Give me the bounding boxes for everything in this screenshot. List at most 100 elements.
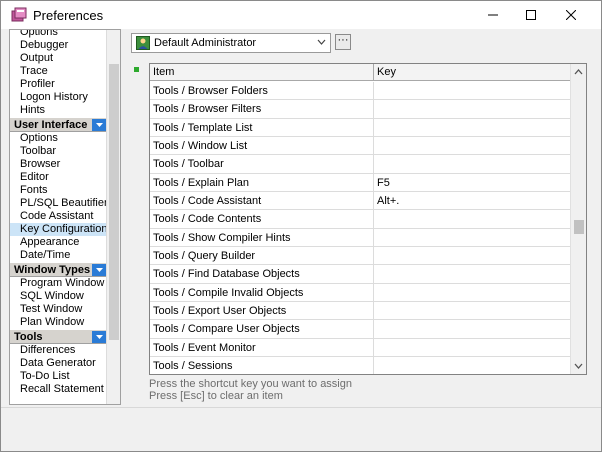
sidebar-item-ui-options[interactable]: Options — [10, 132, 107, 145]
item-cell: Tools / Event Monitor — [150, 338, 374, 357]
sidebar-item-trace[interactable]: Trace — [10, 65, 107, 78]
user-icon — [136, 36, 150, 50]
title-bar[interactable]: Preferences — [1, 1, 601, 29]
key-cell[interactable]: F5 — [374, 174, 572, 192]
table-row[interactable]: Tools / Query Builder — [150, 247, 572, 266]
key-cell[interactable] — [374, 119, 572, 137]
minimize-button[interactable] — [475, 1, 511, 29]
preferences-sidebar: Options Debugger Output Trace Profiler L… — [9, 29, 121, 405]
key-cell[interactable] — [374, 137, 572, 155]
sidebar-item-profiler[interactable]: Profiler — [10, 78, 107, 91]
collapse-user-interface-button[interactable] — [92, 119, 106, 131]
item-cell: Tools / Code Assistant — [150, 192, 374, 211]
table-row[interactable]: Tools / Sessions — [150, 357, 572, 374]
group-header-tools[interactable]: Tools — [10, 329, 107, 344]
column-header-key[interactable]: Key — [374, 64, 572, 81]
grid-scrollbar[interactable] — [570, 64, 586, 374]
table-row[interactable]: Tools / Find Database Objects — [150, 265, 572, 284]
sidebar-item-data-generator[interactable]: Data Generator — [10, 357, 107, 370]
item-cell: Tools / Show Compiler Hints — [150, 228, 374, 247]
sidebar-item-hints[interactable]: Hints — [10, 104, 107, 117]
sidebar-item-options[interactable]: Options — [10, 30, 107, 39]
scroll-up-button[interactable] — [571, 64, 586, 80]
table-row[interactable]: Tools / Compare User Objects — [150, 320, 572, 339]
sidebar-item-todo-list[interactable]: To-Do List — [10, 370, 107, 383]
table-row[interactable]: Tools / Code Contents — [150, 210, 572, 229]
key-cell[interactable] — [374, 155, 572, 173]
footer-divider — [1, 407, 601, 408]
sidebar-item-debugger[interactable]: Debugger — [10, 39, 107, 52]
sidebar-item-toolbar[interactable]: Toolbar — [10, 145, 107, 158]
key-cell[interactable] — [374, 100, 572, 118]
item-cell: Tools / Compile Invalid Objects — [150, 283, 374, 302]
key-configuration-grid: Item Key Tools / Browser Folders Tools /… — [149, 63, 587, 375]
sidebar-item-output[interactable]: Output — [10, 52, 107, 65]
table-row[interactable]: Tools / Show Compiler Hints — [150, 228, 572, 248]
key-cell[interactable]: Alt+. — [374, 192, 572, 210]
key-cell[interactable] — [374, 320, 572, 338]
sidebar-item-sql-window[interactable]: SQL Window — [10, 290, 107, 303]
group-header-user-interface[interactable]: User Interface — [10, 117, 107, 132]
key-cell[interactable] — [374, 210, 572, 228]
hint-clear-key: Press [Esc] to clear an item — [149, 390, 283, 402]
chevron-down-icon — [574, 363, 583, 369]
sidebar-scrollbar[interactable] — [106, 30, 120, 404]
more-options-button[interactable]: ··· — [335, 34, 351, 50]
item-cell: Tools / Browser Folders — [150, 82, 374, 100]
sidebar-item-appearance[interactable]: Appearance — [10, 236, 107, 249]
column-header-item[interactable]: Item — [150, 64, 374, 81]
item-cell: Tools / Browser Filters — [150, 100, 374, 119]
close-button[interactable] — [553, 1, 589, 29]
key-cell[interactable] — [374, 247, 572, 265]
collapse-window-types-button[interactable] — [92, 264, 106, 276]
collapse-tools-button[interactable] — [92, 331, 106, 343]
table-row[interactable]: Tools / Export User Objects — [150, 302, 572, 321]
sidebar-item-recall-statement[interactable]: Recall Statement — [10, 383, 107, 396]
sidebar-item-differences[interactable]: Differences — [10, 344, 107, 357]
table-row[interactable]: Tools / Code Assistant Alt+. — [150, 192, 572, 211]
sidebar-list: Options Debugger Output Trace Profiler L… — [10, 30, 108, 396]
key-cell[interactable] — [374, 82, 572, 100]
key-cell[interactable] — [374, 284, 572, 302]
table-row[interactable]: Tools / Explain Plan F5 — [150, 173, 572, 193]
sidebar-item-test-window[interactable]: Test Window — [10, 303, 107, 316]
table-row[interactable]: Tools / Compile Invalid Objects — [150, 283, 572, 303]
sidebar-item-fonts[interactable]: Fonts — [10, 184, 107, 197]
sidebar-item-code-assistant[interactable]: Code Assistant — [10, 210, 107, 223]
scroll-down-button[interactable] — [571, 358, 586, 374]
maximize-icon — [526, 10, 536, 20]
chevron-down-icon — [95, 268, 103, 272]
sidebar-item-program-window[interactable]: Program Window — [10, 277, 107, 290]
item-cell: Tools / Code Contents — [150, 210, 374, 229]
window-title: Preferences — [33, 8, 104, 23]
table-row[interactable]: Tools / Template List — [150, 118, 572, 138]
key-cell[interactable] — [374, 357, 572, 374]
item-cell: Tools / Export User Objects — [150, 302, 374, 321]
maximize-button[interactable] — [513, 1, 549, 29]
sidebar-item-plan-window[interactable]: Plan Window — [10, 316, 107, 329]
table-row[interactable]: Tools / Browser Folders — [150, 82, 572, 101]
table-row[interactable]: Tools / Browser Filters — [150, 100, 572, 119]
table-row[interactable]: Tools / Toolbar — [150, 155, 572, 174]
sidebar-item-key-configuration[interactable]: Key Configuration — [10, 223, 107, 236]
key-cell[interactable] — [374, 339, 572, 357]
sidebar-item-plsql-beautifier[interactable]: PL/SQL Beautifier — [10, 197, 108, 210]
sidebar-item-logon-history[interactable]: Logon History — [10, 91, 107, 104]
preferences-window: Preferences Options Debugger Output Trac… — [0, 0, 602, 452]
grid-scroll-thumb[interactable] — [574, 220, 584, 234]
user-profile-select[interactable]: Default Administrator — [131, 33, 331, 53]
table-row[interactable]: Tools / Window List — [150, 137, 572, 156]
sidebar-item-editor[interactable]: Editor — [10, 171, 107, 184]
sidebar-scroll-thumb[interactable] — [109, 64, 119, 340]
modified-indicator — [134, 67, 139, 72]
app-icon — [11, 7, 27, 22]
chevron-up-icon — [574, 69, 583, 75]
group-header-window-types[interactable]: Window Types — [10, 262, 107, 277]
key-cell[interactable] — [374, 265, 572, 283]
chevron-down-icon — [95, 123, 103, 127]
key-cell[interactable] — [374, 302, 572, 320]
key-cell[interactable] — [374, 229, 572, 247]
sidebar-item-date-time[interactable]: Date/Time — [10, 249, 107, 262]
table-row[interactable]: Tools / Event Monitor — [150, 338, 572, 358]
sidebar-item-browser[interactable]: Browser — [10, 158, 107, 171]
